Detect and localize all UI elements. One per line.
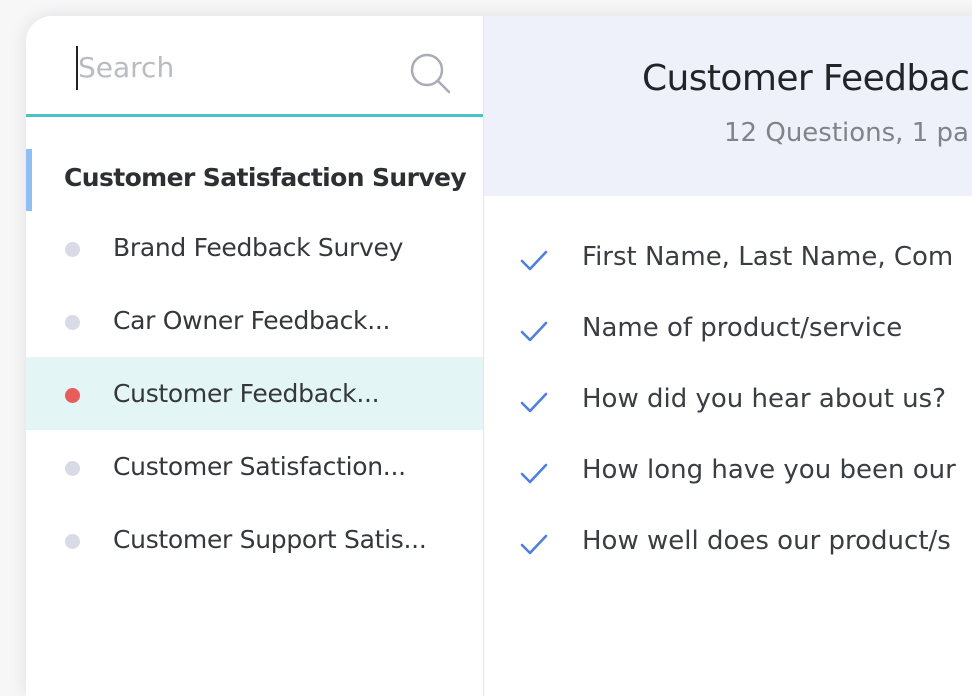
template-preview: Customer Feedbac 12 Questions, 1 pa Firs…	[484, 16, 972, 696]
question-item: How long have you been our	[484, 447, 972, 518]
survey-list: Brand Feedback Survey Car Owner Feedback…	[26, 211, 483, 576]
question-item: How well does our product/s	[484, 518, 972, 589]
check-icon	[520, 321, 548, 342]
survey-template-panel: Customer Satisfaction Survey Brand Feedb…	[26, 16, 972, 696]
sidebar-item-brand-feedback[interactable]: Brand Feedback Survey	[26, 211, 483, 284]
sidebar-item-label: Customer Support Satis...	[113, 525, 427, 554]
sidebar-item-label: Brand Feedback Survey	[113, 233, 404, 262]
sidebar-item-customer-support[interactable]: Customer Support Satis...	[26, 503, 483, 576]
template-sidebar: Customer Satisfaction Survey Brand Feedb…	[26, 16, 484, 696]
sidebar-item-car-owner-feedback[interactable]: Car Owner Feedback...	[26, 284, 483, 357]
sidebar-item-label: Customer Satisfaction...	[113, 452, 406, 481]
search-input[interactable]	[78, 44, 378, 90]
category-marker	[26, 149, 32, 211]
question-text: Name of product/service	[582, 313, 903, 343]
page-subtitle: 12 Questions, 1 pa	[724, 118, 969, 148]
active-bullet-icon	[65, 388, 80, 403]
page-title: Customer Feedbac	[642, 58, 970, 99]
question-item: Name of product/service	[484, 305, 972, 376]
check-icon	[520, 463, 548, 484]
sidebar-item-label: Car Owner Feedback...	[113, 306, 391, 335]
bullet-icon	[65, 242, 80, 257]
category-header: Customer Satisfaction Survey	[26, 149, 483, 211]
check-icon	[520, 250, 548, 271]
question-list: First Name, Last Name, Com Name of produ…	[484, 234, 972, 589]
question-text: First Name, Last Name, Com	[582, 242, 954, 272]
question-item: First Name, Last Name, Com	[484, 234, 972, 305]
question-item: How did you hear about us?	[484, 376, 972, 447]
question-text: How well does our product/s	[582, 526, 951, 556]
category-title: Customer Satisfaction Survey	[64, 163, 467, 192]
sidebar-item-customer-feedback[interactable]: Customer Feedback...	[26, 357, 483, 430]
question-text: How long have you been our	[582, 455, 956, 485]
sidebar-item-customer-satisfaction[interactable]: Customer Satisfaction...	[26, 430, 483, 503]
bullet-icon	[65, 534, 80, 549]
preview-header: Customer Feedbac 12 Questions, 1 pa	[484, 16, 972, 196]
search-bar	[26, 16, 483, 117]
question-text: How did you hear about us?	[582, 384, 946, 414]
sidebar-item-label: Customer Feedback...	[113, 379, 380, 408]
check-icon	[520, 534, 548, 555]
bullet-icon	[65, 461, 80, 476]
search-icon[interactable]	[408, 51, 452, 95]
check-icon	[520, 392, 548, 413]
bullet-icon	[65, 315, 80, 330]
